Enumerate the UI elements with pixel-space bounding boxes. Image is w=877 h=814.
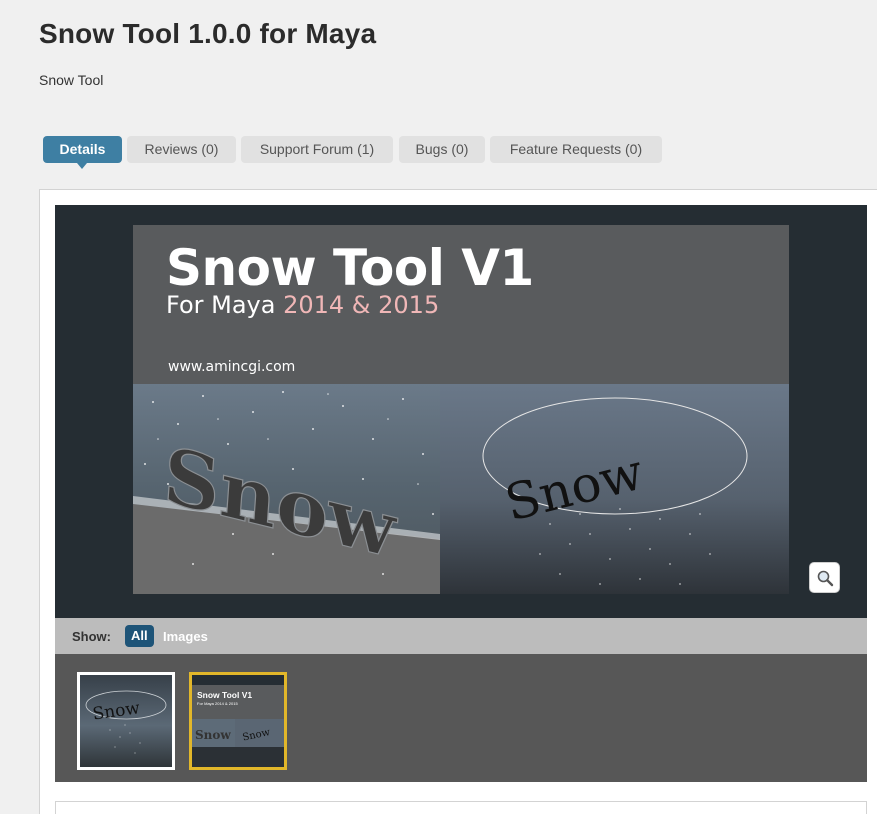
thumbnail-2-topband bbox=[192, 675, 284, 685]
thumbnail-2-title: Snow Tool V1 bbox=[197, 690, 252, 700]
render-left-art: Snow bbox=[133, 391, 440, 594]
tab-details[interactable]: Details bbox=[43, 136, 122, 169]
thumbnail-1-word: Snow bbox=[91, 698, 141, 724]
thumbnail-2-bottom bbox=[192, 747, 284, 767]
thumbnail-2-word-left: Snow bbox=[195, 728, 231, 742]
tab-bugs[interactable]: Bugs (0) bbox=[399, 136, 485, 163]
thumbnail-1-particles bbox=[109, 724, 141, 754]
thumbnail-1-art: Snow bbox=[85, 690, 167, 754]
thumbnail-1[interactable]: Snow bbox=[77, 672, 175, 770]
banner-subline-prefix: For Maya bbox=[166, 291, 276, 319]
zoom-button[interactable] bbox=[809, 562, 840, 593]
filter-all-button[interactable]: All bbox=[125, 625, 154, 647]
banner-header: Snow Tool V1 For Maya 2014 & 2015 www.am… bbox=[133, 225, 789, 384]
thumbnail-strip: Snow Snow Tool V1 For Maya 2014 & 2015 S… bbox=[55, 654, 867, 782]
thumbnail-2-art: Snow Tool V1 For Maya 2014 & 2015 Snow S… bbox=[192, 675, 284, 767]
tab-support-forum[interactable]: Support Forum (1) bbox=[241, 136, 393, 163]
render-snow-on-plane: Snow bbox=[440, 384, 789, 594]
tab-feature-requests[interactable]: Feature Requests (0) bbox=[490, 136, 662, 163]
description-box bbox=[55, 801, 867, 814]
render-right-word: Snow bbox=[500, 443, 649, 533]
show-label: Show: bbox=[72, 629, 111, 644]
page-subtitle: Snow Tool bbox=[39, 72, 104, 88]
banner-versions: 2014 & 2015 bbox=[283, 291, 440, 319]
render-right-art: Snow bbox=[482, 397, 748, 585]
filter-images-link[interactable]: Images bbox=[163, 629, 208, 644]
banner-headline: Snow Tool V1 bbox=[166, 239, 534, 297]
magnifier-icon bbox=[817, 570, 833, 586]
gallery-filter-bar: Show: All Images bbox=[55, 618, 867, 654]
thumbnail-2[interactable]: Snow Tool V1 For Maya 2014 & 2015 Snow S… bbox=[189, 672, 287, 770]
thumbnail-2-sub: For Maya 2014 & 2015 bbox=[197, 701, 238, 706]
tab-reviews[interactable]: Reviews (0) bbox=[127, 136, 236, 163]
banner-subline: For Maya 2014 & 2015 bbox=[166, 291, 439, 319]
render-3d-snow-text: Snow bbox=[133, 384, 440, 594]
page-title: Snow Tool 1.0.0 for Maya bbox=[39, 18, 377, 49]
banner-url: www.amincgi.com bbox=[168, 359, 296, 375]
main-preview-image[interactable]: Snow Tool V1 For Maya 2014 & 2015 www.am… bbox=[133, 225, 789, 594]
